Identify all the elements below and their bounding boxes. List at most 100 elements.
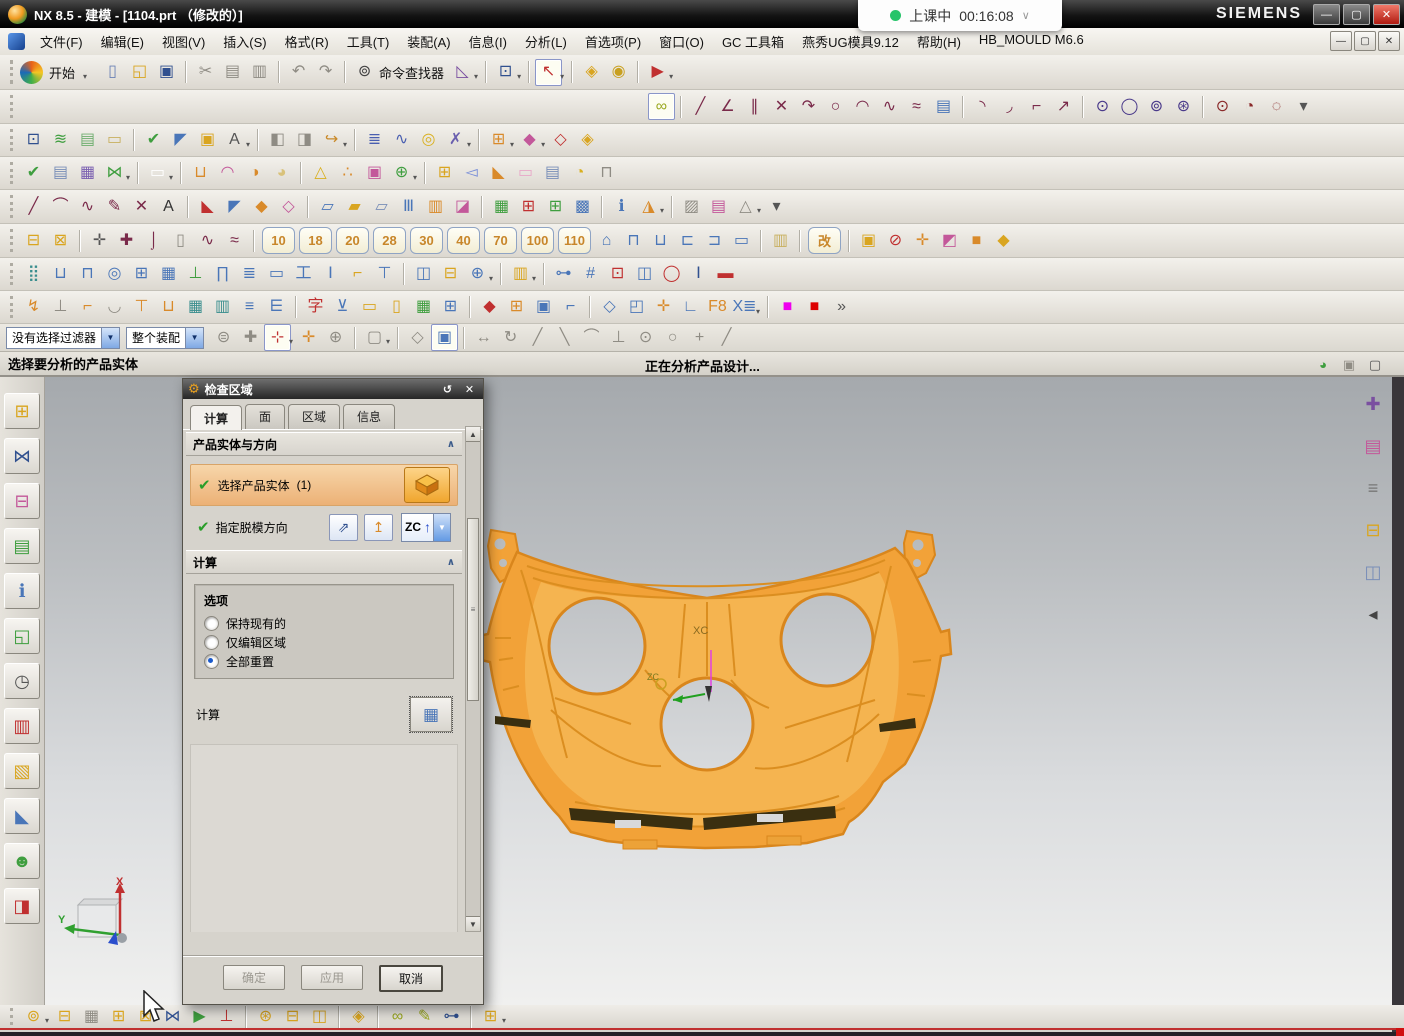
rotate-icon[interactable]: ◇ [596, 294, 623, 321]
screw-icon[interactable]: ⊞ [128, 261, 155, 288]
grid7-icon[interactable]: ▦ [182, 294, 209, 321]
wave-link-icon[interactable]: ⊛ [252, 1003, 279, 1030]
ellipse-icon[interactable]: ◯ [1116, 93, 1143, 120]
delete-face-icon[interactable]: ◇ [547, 127, 574, 154]
size-button-28[interactable]: 28 [373, 227, 406, 254]
size-button-40[interactable]: 40 [447, 227, 480, 254]
standard-parts-icon[interactable]: ⣿ [20, 261, 47, 288]
magenta-swatch[interactable]: ■ [774, 294, 801, 321]
n-sided-icon[interactable]: ⊞ [515, 193, 542, 220]
edge2-icon[interactable]: ╲ [551, 324, 578, 351]
beam-icon[interactable]: 工 [290, 261, 317, 288]
arc-snap-icon[interactable]: ⌒ [578, 324, 605, 351]
sketch-rect-icon-dropdown[interactable]: ▾ [169, 173, 173, 182]
draft-direction-row[interactable]: ✔ 指定脱模方向 ⇗ ↥ ZC ↑ ▼ [190, 510, 458, 544]
size-button-20[interactable]: 20 [336, 227, 369, 254]
chamfer-icon[interactable]: ⌐ [1023, 93, 1050, 120]
corner-arc-icon[interactable]: ◞ [996, 93, 1023, 120]
menu-item-3[interactable]: 插入(S) [214, 29, 275, 54]
sprue-icon[interactable]: ⊓ [74, 261, 101, 288]
blue-plate-icon[interactable]: ▤ [539, 160, 566, 187]
move-face-icon[interactable]: ⊞ [485, 127, 512, 154]
line-snap-icon[interactable]: ╱ [713, 324, 740, 351]
selection-filter-dropdown-icon[interactable]: ▼ [101, 328, 119, 348]
dimension-icon[interactable]: ⊻ [329, 294, 356, 321]
mirror-geometry-icon-dropdown[interactable]: ▾ [126, 173, 130, 182]
hatch-icon[interactable]: ▨ [678, 193, 705, 220]
radio-option-2[interactable]: 全部重置 [204, 652, 444, 671]
box3-icon[interactable]: ▭ [356, 294, 383, 321]
cooling-icon[interactable]: ⊕ [464, 261, 491, 288]
menu-item-2[interactable]: 视图(V) [153, 29, 214, 54]
unite-icon-dropdown[interactable]: ▾ [413, 173, 417, 182]
group-compute[interactable]: 计算 ∧ [186, 550, 462, 574]
snap-enabled-icon-dropdown[interactable]: ▾ [289, 337, 293, 346]
dialog-scrollbar[interactable]: ▲ ≡ ▼ [465, 426, 481, 932]
collapse-chevron-icon[interactable]: ∧ [447, 439, 455, 450]
shield-icon[interactable]: ◅ [458, 160, 485, 187]
bead-tray-icon[interactable]: ∴ [334, 160, 361, 187]
f8-view-icon[interactable]: F8 [704, 294, 731, 321]
note-icon[interactable]: ▭ [101, 127, 128, 154]
minimize-button[interactable]: — [1313, 4, 1340, 25]
check-flag-icon[interactable]: ◤ [167, 127, 194, 154]
profile-line-icon[interactable]: ╱ [687, 93, 714, 120]
menu-item-13[interactable]: 帮助(H) [908, 29, 970, 54]
plate2-icon[interactable]: ▭ [263, 261, 290, 288]
templates-icon[interactable]: ◨ [4, 888, 40, 924]
suppress-icon[interactable]: ⊘ [882, 227, 909, 254]
color-palette-icon[interactable]: ◩ [936, 227, 963, 254]
vector-dialog-button[interactable]: ⇗ [329, 514, 358, 541]
row-overflow2-icon[interactable]: ▾ [763, 193, 790, 220]
snap-toggle-icon[interactable]: ⊜ [210, 324, 237, 351]
rib-icon[interactable]: ▥ [422, 193, 449, 220]
parting-curve-icon[interactable]: ∿ [194, 227, 221, 254]
check-plug-icon[interactable]: ✔ [20, 160, 47, 187]
point-dialog-button[interactable]: ↥ [364, 514, 393, 541]
start-button[interactable]: 开始 ▾ [20, 61, 89, 84]
sequence-icon[interactable]: ⊶ [438, 1003, 465, 1030]
find-in-assembly-icon[interactable]: ⊚ [20, 1003, 47, 1030]
extrude-icon[interactable]: ▱ [314, 193, 341, 220]
text-icon[interactable]: A [155, 193, 182, 220]
swap-icon[interactable]: ⌐ [557, 294, 584, 321]
size-button-30[interactable]: 30 [410, 227, 443, 254]
layer-settings-icon[interactable]: ≋ [47, 127, 74, 154]
point-icon[interactable]: ⊙ [1209, 93, 1236, 120]
view-popup-icon[interactable]: ▶ [644, 59, 671, 86]
center-snap-icon[interactable]: ⊕ [322, 324, 349, 351]
lifter-icon[interactable]: ⊐ [701, 227, 728, 254]
menu-item-4[interactable]: 格式(R) [276, 29, 338, 54]
quick-trim-icon[interactable]: ↗ [1050, 93, 1077, 120]
spring-icon[interactable]: ≣ [361, 127, 388, 154]
brush-grid-icon[interactable]: ⊞ [437, 294, 464, 321]
radio-icon-1[interactable] [204, 635, 219, 650]
sweep-icon[interactable]: ▱ [368, 193, 395, 220]
check-cube-icon[interactable]: ▣ [194, 127, 221, 154]
info2-icon[interactable]: ℹ [608, 193, 635, 220]
interpart-link-icon[interactable]: ∞ [384, 1003, 411, 1030]
no-sketch-icon-dropdown[interactable]: ▾ [467, 140, 471, 149]
locating-ring-icon[interactable]: ◎ [101, 261, 128, 288]
spline-icon[interactable]: ∿ [876, 93, 903, 120]
system-materials-icon[interactable]: ▥ [4, 708, 40, 744]
menu-item-1[interactable]: 编辑(E) [92, 29, 153, 54]
insert-cube-icon[interactable]: ◆ [476, 294, 503, 321]
assembly-constraints-icon[interactable]: ▶ [186, 1003, 213, 1030]
selection-scope-dropdown-icon[interactable]: ▼ [185, 328, 203, 348]
menu-item-8[interactable]: 分析(L) [516, 29, 576, 54]
collapse-chevron2-icon[interactable]: ∧ [447, 557, 455, 568]
open-icon[interactable]: ◱ [126, 59, 153, 86]
runner-icon[interactable]: ≣ [236, 261, 263, 288]
hole-icon[interactable]: ✛ [909, 227, 936, 254]
guide-curve-icon[interactable]: ≈ [221, 227, 248, 254]
grid8-icon[interactable]: ▥ [209, 294, 236, 321]
point-snap-icon[interactable]: ✛ [295, 324, 322, 351]
add-component-icon[interactable]: ⊞ [105, 1003, 132, 1030]
punch-insert-icon[interactable]: ⊓ [620, 227, 647, 254]
library-icon-dropdown[interactable]: ▾ [532, 274, 536, 283]
group-product-solid[interactable]: 产品实体与方向 ∧ [186, 432, 462, 456]
arc-icon[interactable]: ↷ [795, 93, 822, 120]
studio-spline-icon[interactable]: ≈ [903, 93, 930, 120]
more-icon[interactable]: » [828, 294, 855, 321]
